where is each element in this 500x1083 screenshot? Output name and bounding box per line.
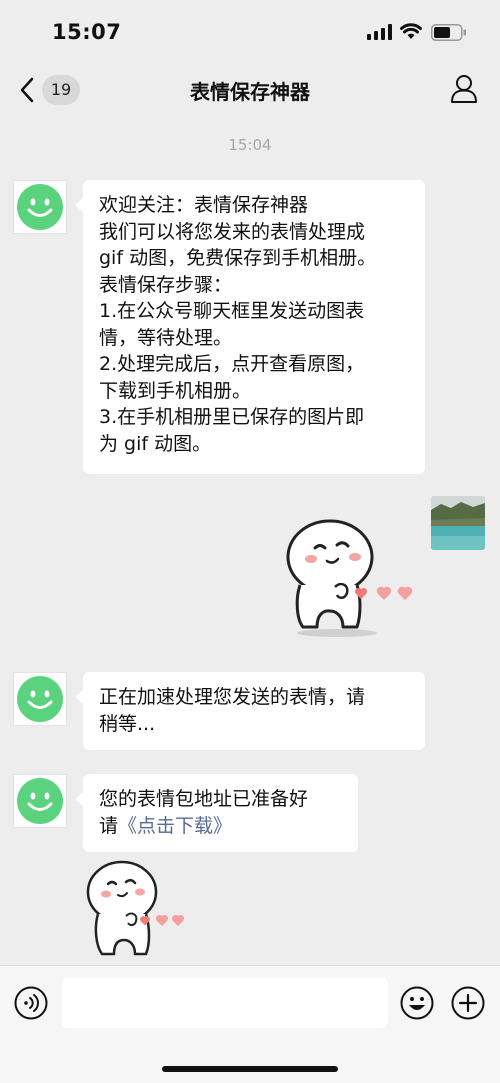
sent-image-thumbnail[interactable]	[431, 496, 485, 550]
message-line: 下载到手机相册。	[99, 379, 252, 402]
message-line: 请《点击下载》	[99, 813, 342, 840]
battery-icon	[431, 24, 466, 41]
message-line: 您的表情包地址已准备好	[99, 788, 309, 810]
plus-icon[interactable]	[451, 986, 485, 1020]
cartoon-sticker-image[interactable]	[275, 515, 420, 640]
message-line: 情，等待处理。	[99, 326, 233, 349]
message-line: gif 动图，免费保存到手机相册。	[99, 247, 377, 269]
message-composer	[0, 965, 500, 1083]
landscape-photo	[431, 496, 485, 550]
official-account-avatar[interactable]	[13, 774, 67, 828]
message-line: 2.处理完成后，点开查看原图，	[99, 353, 365, 375]
person-icon[interactable]	[450, 74, 478, 104]
official-account-avatar[interactable]	[13, 672, 67, 726]
message-line: 稍等...	[99, 712, 156, 735]
emoji-icon[interactable]	[400, 986, 434, 1020]
cartoon-sticker-image[interactable]	[80, 858, 190, 963]
message-line: 3.在手机相册里已保存的图片即	[99, 406, 365, 428]
smiley-avatar-icon	[17, 676, 63, 722]
message-line: 1.在公众号聊天框里发送动图表	[99, 300, 365, 322]
smiley-avatar-icon	[17, 778, 63, 824]
message-line: 欢迎关注：表情保存神器	[99, 194, 309, 216]
message-line: 我们可以将您发来的表情处理成	[99, 220, 366, 243]
voice-icon[interactable]	[14, 986, 48, 1020]
processing-message-bubble[interactable]: 正在加速处理您发送的表情，请 稍等...	[75, 672, 425, 750]
message-line: 表情保存步骤：	[99, 273, 233, 296]
signal-icon	[367, 24, 392, 40]
chat-title: 表情保存神器	[190, 80, 310, 104]
message-timestamp: 15:04	[228, 136, 272, 154]
message-line: 为 gif 动图。	[99, 432, 212, 455]
status-bar: 15:07	[0, 0, 500, 62]
smiley-avatar-icon	[17, 184, 63, 230]
message-line: 正在加速处理您发送的表情，请	[99, 686, 366, 708]
message-prefix: 请	[99, 814, 119, 837]
official-account-avatar[interactable]	[13, 180, 67, 234]
ready-message-bubble[interactable]: 您的表情包地址已准备好 请《点击下载》	[75, 774, 358, 852]
status-time: 15:07	[52, 20, 122, 44]
nav-bar: 19 表情保存神器	[0, 62, 500, 118]
message-input[interactable]	[62, 978, 388, 1028]
download-link[interactable]: 《点击下载》	[118, 815, 232, 837]
home-indicator	[162, 1066, 338, 1072]
wifi-icon	[400, 23, 422, 39]
welcome-message-bubble[interactable]: 欢迎关注：表情保存神器 我们可以将您发来的表情处理成 gif 动图，免费保存到手…	[75, 180, 425, 474]
